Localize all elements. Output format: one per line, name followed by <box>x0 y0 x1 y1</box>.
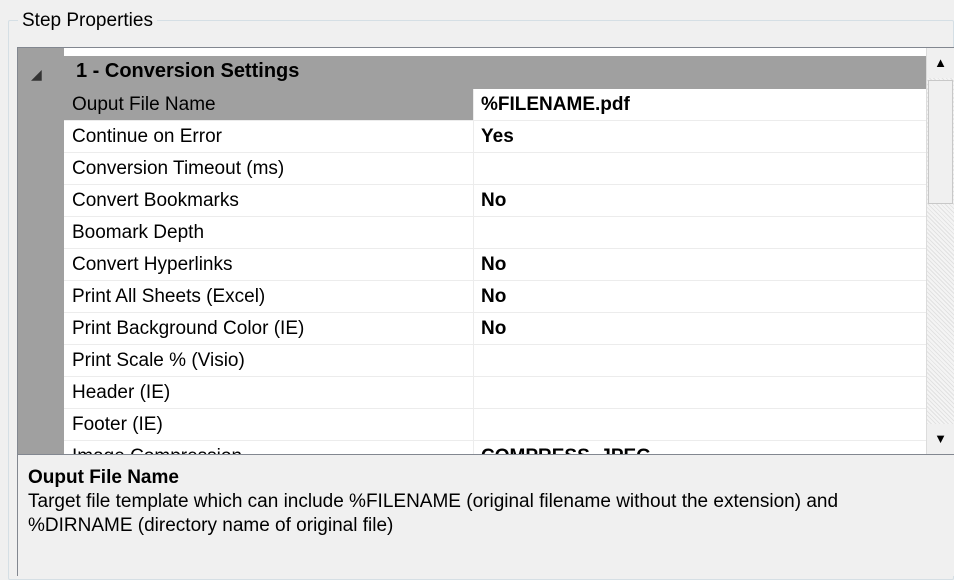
property-value[interactable]: No <box>475 313 926 344</box>
scroll-thumb[interactable] <box>928 80 953 204</box>
property-value[interactable] <box>475 153 926 184</box>
property-row[interactable]: Footer (IE) <box>64 409 926 441</box>
property-value[interactable] <box>475 377 926 408</box>
help-panel: Ouput File Name Target file template whi… <box>18 458 954 576</box>
property-value[interactable]: %FILENAME.pdf <box>475 89 926 120</box>
property-row[interactable]: Header (IE) <box>64 377 926 409</box>
property-name[interactable]: Continue on Error <box>64 121 474 152</box>
property-row[interactable]: Print Scale % (Visio) <box>64 345 926 377</box>
category-label: 1 - Conversion Settings <box>76 60 300 82</box>
property-rows: Ouput File Name %FILENAME.pdf Continue on … <box>64 89 926 454</box>
property-row[interactable]: Image CompressionCOMPRESS_JPEG <box>64 441 926 454</box>
property-row[interactable]: Print All Sheets (Excel) No <box>64 281 926 313</box>
property-value[interactable]: Yes <box>475 121 926 152</box>
property-row[interactable]: Conversion Timeout (ms) <box>64 153 926 185</box>
category-row[interactable]: ◢ 1 - Conversion Settings <box>18 56 926 89</box>
property-name[interactable]: Header (IE) <box>64 377 474 408</box>
property-value[interactable]: No <box>475 249 926 280</box>
property-name[interactable]: Convert Hyperlinks <box>64 249 474 280</box>
property-row[interactable]: Boomark Depth <box>64 217 926 249</box>
property-value[interactable]: COMPRESS_JPEG <box>475 441 926 454</box>
property-name[interactable]: Ouput File Name <box>64 89 474 120</box>
property-row[interactable]: Ouput File Name %FILENAME.pdf <box>64 89 926 121</box>
property-name[interactable]: Footer (IE) <box>64 409 474 440</box>
property-name[interactable]: Print Scale % (Visio) <box>64 345 474 376</box>
collapse-triangle-icon[interactable]: ◢ <box>31 66 42 83</box>
property-row[interactable]: Convert Hyperlinks No <box>64 249 926 281</box>
grid-left-margin <box>18 48 64 454</box>
property-name[interactable]: Image Compression <box>64 441 474 454</box>
property-name[interactable]: Conversion Timeout (ms) <box>64 153 474 184</box>
property-value[interactable]: No <box>475 281 926 312</box>
scroll-down-button[interactable]: ▼ <box>927 424 954 454</box>
property-value[interactable]: No <box>475 185 926 216</box>
property-row[interactable]: Continue on Error Yes <box>64 121 926 153</box>
property-grid[interactable]: ◢ 1 - Conversion Settings Ouput File Nam… <box>18 48 926 454</box>
property-name[interactable]: Convert Bookmarks <box>64 185 474 216</box>
property-value[interactable] <box>475 345 926 376</box>
property-row[interactable]: Print Background Color (IE) No <box>64 313 926 345</box>
scroll-up-button[interactable]: ▲ <box>927 48 954 78</box>
property-value[interactable] <box>475 409 926 440</box>
help-title: Ouput File Name <box>28 467 179 488</box>
property-name[interactable]: Print All Sheets (Excel) <box>64 281 474 312</box>
group-title: Step Properties <box>18 9 157 33</box>
property-value[interactable] <box>475 217 926 248</box>
vertical-scrollbar[interactable]: ▲ ▼ <box>926 48 954 454</box>
property-row[interactable]: Convert Bookmarks No <box>64 185 926 217</box>
help-description: Target file template which can include %… <box>28 491 839 536</box>
property-name[interactable]: Print Background Color (IE) <box>64 313 474 344</box>
property-name[interactable]: Boomark Depth <box>64 217 474 248</box>
